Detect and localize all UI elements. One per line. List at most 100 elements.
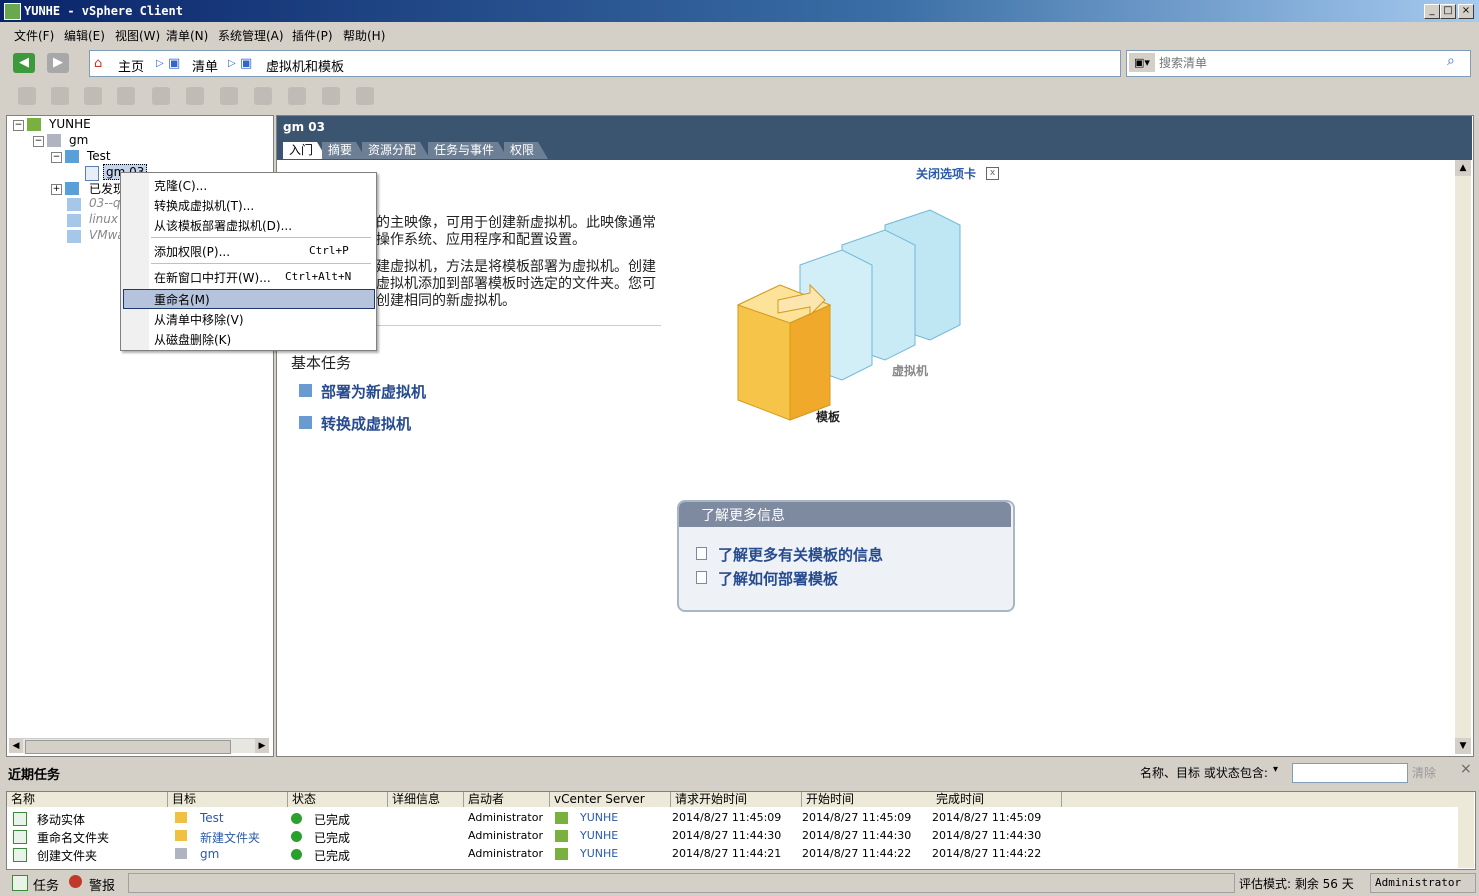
column-header[interactable]: 启动者 xyxy=(464,792,550,807)
alarms-tab[interactable]: 警报 xyxy=(89,875,115,894)
menu-gutter xyxy=(121,173,149,350)
migrate-icon[interactable] xyxy=(356,87,374,105)
breadcrumb-inventory[interactable]: 清单 xyxy=(192,56,218,75)
template-label: 模板 xyxy=(816,409,841,424)
menu-view[interactable]: 视图(W) xyxy=(115,27,160,44)
menu-plugins[interactable]: 插件(P) xyxy=(292,27,333,44)
tab-tasks-events[interactable]: 任务与事件 xyxy=(428,142,508,159)
tree-item-test[interactable]: Test xyxy=(87,149,111,163)
tab-resource-allocation[interactable]: 资源分配 xyxy=(362,142,430,159)
deploy-vm-link[interactable]: 部署为新虚拟机 xyxy=(321,381,426,402)
task-initiator: Administrator xyxy=(468,811,543,824)
snapshot-manager-icon[interactable] xyxy=(220,87,238,105)
search-icon[interactable]: ⌕ xyxy=(1447,53,1455,69)
task-target-link[interactable]: gm xyxy=(200,847,219,861)
revert-snapshot-icon[interactable] xyxy=(186,87,204,105)
user-box: Administrator xyxy=(1370,873,1476,893)
play-icon[interactable] xyxy=(84,87,102,105)
task-target-link[interactable]: Test xyxy=(200,811,224,825)
menu-help[interactable]: 帮助(H) xyxy=(343,27,385,44)
folder-icon xyxy=(65,182,79,195)
filter-input[interactable] xyxy=(1292,763,1408,783)
menu-item-open-new-window[interactable]: 在新窗口中打开(W)... xyxy=(154,269,271,286)
maximize-button[interactable]: □ xyxy=(1440,4,1456,19)
menu-item-deploy[interactable]: 从该模板部署虚拟机(D)... xyxy=(154,217,292,234)
column-header[interactable]: vCenter Server xyxy=(550,792,671,807)
scroll-right-icon[interactable]: ▶ xyxy=(255,739,269,753)
search-scope-dropdown[interactable]: ▣▾ xyxy=(1129,53,1155,72)
learn-deploy-link[interactable]: 了解如何部署模板 xyxy=(718,568,838,589)
clear-button[interactable]: 清除 xyxy=(1412,764,1436,781)
convert-vm-link[interactable]: 转换成虚拟机 xyxy=(321,413,411,434)
tree-item-gm[interactable]: gm xyxy=(69,133,88,147)
menu-item-convert-to-vm[interactable]: 转换成虚拟机(T)... xyxy=(154,197,254,214)
end-time: 2014/8/27 11:45:09 xyxy=(932,811,1042,824)
menu-item-remove-inventory[interactable]: 从清单中移除(V) xyxy=(154,311,244,328)
column-header[interactable]: 完成时间 xyxy=(932,792,1062,807)
collapse-toggle[interactable]: − xyxy=(13,120,24,131)
breadcrumb-current[interactable]: 虚拟机和模板 xyxy=(266,56,344,75)
learn-templates-link[interactable]: 了解更多有关模板的信息 xyxy=(718,544,883,565)
deploy-icon xyxy=(299,384,312,397)
tag-icon[interactable] xyxy=(322,87,340,105)
menu-edit[interactable]: 编辑(E) xyxy=(64,27,105,44)
close-icon[interactable]: × xyxy=(1460,761,1472,777)
menu-item-delete-disk[interactable]: 从磁盘删除(K) xyxy=(154,331,231,348)
tasks-tab[interactable]: 任务 xyxy=(33,875,59,894)
console-icon[interactable] xyxy=(254,87,272,105)
column-header[interactable]: 详细信息 xyxy=(388,792,464,807)
horizontal-scrollbar[interactable]: ◀ ▶ xyxy=(9,738,269,754)
close-icon[interactable]: x xyxy=(986,167,999,180)
status-bar: 任务 警报 评估模式: 剩余 56 天 Administrator xyxy=(0,871,1479,896)
breadcrumb-home[interactable]: 主页 xyxy=(118,56,144,75)
expand-toggle[interactable]: + xyxy=(51,184,62,195)
column-header[interactable]: 目标 xyxy=(168,792,288,807)
back-arrow-icon[interactable]: ◀ xyxy=(13,53,35,73)
snapshot-icon[interactable] xyxy=(152,87,170,105)
chevron-down-icon[interactable]: ▾ xyxy=(1273,764,1278,775)
menu-admin[interactable]: 系统管理(A) xyxy=(218,27,284,44)
recent-tasks-title: 近期任务 xyxy=(8,768,61,783)
start-time: 2014/8/27 11:44:22 xyxy=(802,847,912,860)
vcenter-link[interactable]: YUNHE xyxy=(580,829,618,842)
stop-icon[interactable] xyxy=(18,87,36,105)
minimize-button[interactable]: _ xyxy=(1424,4,1440,19)
scroll-left-icon[interactable]: ◀ xyxy=(9,739,23,753)
search-input[interactable] xyxy=(1157,53,1445,72)
collapse-toggle[interactable]: − xyxy=(51,152,62,163)
vcenter-link[interactable]: YUNHE xyxy=(580,811,618,824)
vcenter-link[interactable]: YUNHE xyxy=(580,847,618,860)
column-header-filler xyxy=(1062,792,1462,807)
menu-item-add-permission[interactable]: 添加权限(P)... xyxy=(154,243,230,260)
menu-file[interactable]: 文件(F) xyxy=(14,27,54,44)
scroll-down-icon[interactable]: ▼ xyxy=(1455,738,1471,754)
task-target-link[interactable]: 新建文件夹 xyxy=(200,829,260,846)
menu-item-clone[interactable]: 克隆(C)... xyxy=(154,177,207,194)
menu-inventory[interactable]: 清单(N) xyxy=(166,27,208,44)
tree-item-yunhe[interactable]: YUNHE xyxy=(49,117,91,131)
pause-icon[interactable] xyxy=(51,87,69,105)
scrollbar-thumb[interactable] xyxy=(25,740,231,754)
forward-arrow-icon[interactable]: ▶ xyxy=(47,53,69,73)
document-icon xyxy=(696,547,707,560)
address-bar[interactable]: ⌂ 主页 ▷ ▣ 清单 ▷ ▣ 虚拟机和模板 xyxy=(89,50,1121,77)
collapse-toggle[interactable]: − xyxy=(33,136,44,147)
document-icon xyxy=(696,571,707,584)
task-name: 重命名文件夹 xyxy=(37,831,110,845)
column-header[interactable]: 开始时间 xyxy=(802,792,933,807)
scroll-up-icon[interactable]: ▲ xyxy=(1455,160,1471,176)
filter-label: 名称、目标 或状态包含: xyxy=(1140,766,1268,780)
menu-item-rename[interactable]: 重命名(M) xyxy=(154,291,210,308)
edit-settings-icon[interactable] xyxy=(288,87,306,105)
column-header[interactable]: 状态 xyxy=(288,792,388,807)
requested-time: 2014/8/27 11:44:21 xyxy=(672,847,782,860)
reset-icon[interactable] xyxy=(117,87,135,105)
column-header[interactable]: 名称 xyxy=(7,792,168,807)
table-scrollbar[interactable] xyxy=(1458,792,1474,868)
close-button[interactable]: × xyxy=(1458,4,1474,19)
close-tab-link[interactable]: 关闭选项卡 xyxy=(916,165,976,182)
vertical-scrollbar[interactable]: ▲ ▼ xyxy=(1455,160,1471,754)
task-name: 创建文件夹 xyxy=(37,849,98,863)
column-header[interactable]: 请求开始时间 xyxy=(671,792,802,807)
eval-mode-text: 评估模式: 剩余 56 天 xyxy=(1239,877,1354,891)
